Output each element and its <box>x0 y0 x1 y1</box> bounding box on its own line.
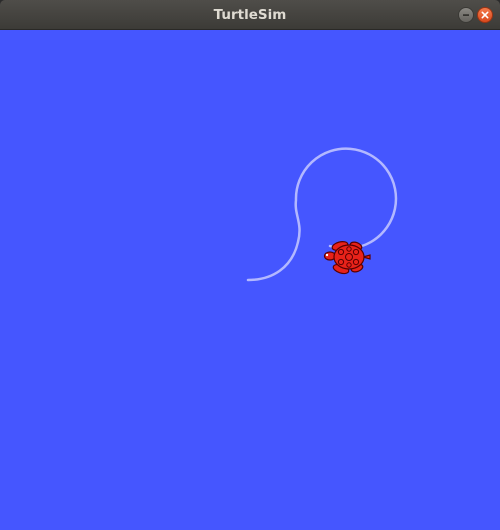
turtle-canvas <box>0 30 500 530</box>
window-title: TurtleSim <box>213 7 287 23</box>
close-button[interactable] <box>477 7 493 23</box>
minimize-button[interactable] <box>458 7 474 23</box>
title-bar[interactable]: TurtleSim <box>0 0 500 30</box>
minimize-icon <box>463 14 469 16</box>
close-icon <box>481 11 489 19</box>
turtlesim-window: TurtleSim <box>0 0 500 530</box>
